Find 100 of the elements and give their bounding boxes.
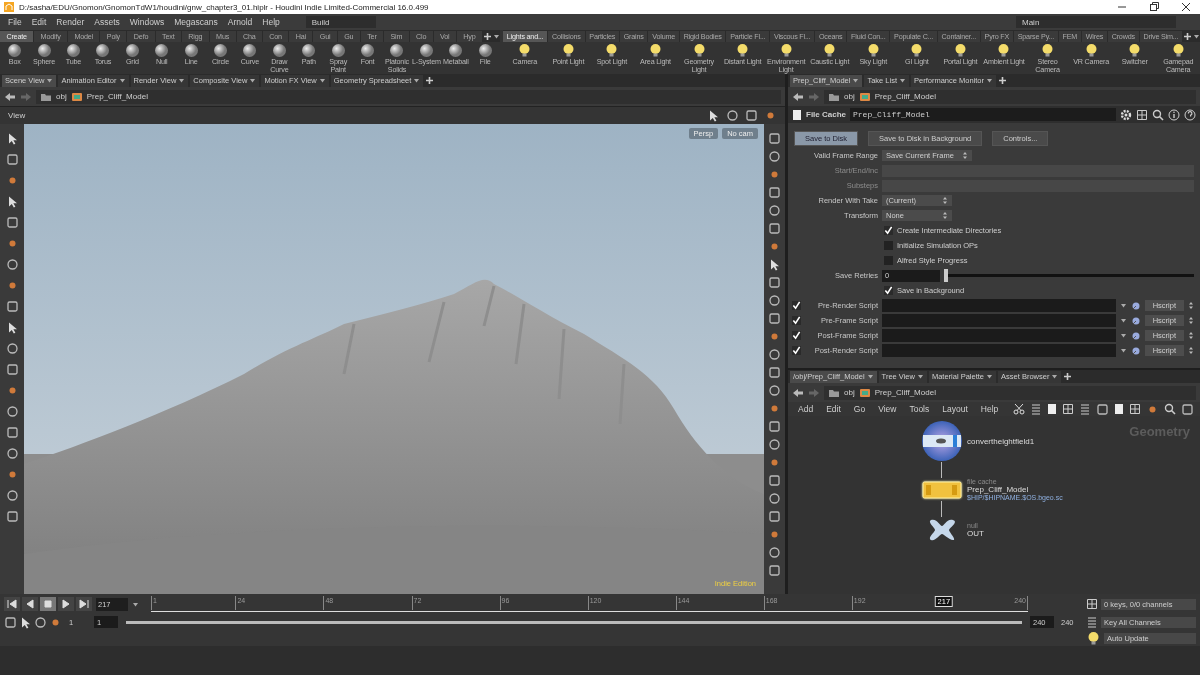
caret-icon[interactable] xyxy=(318,77,326,84)
stop-icon[interactable] xyxy=(42,598,54,610)
sphere-icon[interactable] xyxy=(183,43,199,58)
square-icon[interactable] xyxy=(768,564,781,577)
add-icon[interactable] xyxy=(1063,372,1073,381)
back-arrow-icon[interactable] xyxy=(792,387,804,398)
checkbox[interactable] xyxy=(792,301,801,310)
menu-item[interactable]: View xyxy=(874,403,901,415)
caret-icon[interactable] xyxy=(899,77,906,84)
maximize-icon[interactable] xyxy=(1148,1,1160,13)
square-icon[interactable] xyxy=(768,186,781,199)
circle-icon[interactable] xyxy=(768,150,781,163)
sphere-icon[interactable] xyxy=(66,43,81,58)
square-icon[interactable] xyxy=(1096,402,1109,416)
caret-icon[interactable] xyxy=(178,77,186,84)
search-icon[interactable] xyxy=(1164,403,1176,415)
grid-icon[interactable] xyxy=(1136,108,1148,121)
updown-arrows-icon[interactable] xyxy=(1188,301,1194,310)
checkbox[interactable] xyxy=(792,316,801,325)
square-icon[interactable] xyxy=(5,216,19,229)
list-icon[interactable] xyxy=(1030,403,1042,415)
null-node[interactable] xyxy=(927,517,957,543)
circle-icon[interactable] xyxy=(768,204,781,217)
caret-icon[interactable] xyxy=(916,373,924,380)
info-icon[interactable] xyxy=(1168,108,1180,121)
menu-item[interactable]: Help xyxy=(258,16,284,28)
pick-icon[interactable] xyxy=(1130,315,1141,326)
caret-icon[interactable] xyxy=(249,77,257,84)
sphere-icon[interactable] xyxy=(213,43,229,58)
file-cache-node[interactable] xyxy=(922,480,962,499)
heightfield-node[interactable] xyxy=(921,420,963,462)
help-icon[interactable] xyxy=(1184,108,1196,121)
page-icon[interactable] xyxy=(1047,403,1057,415)
script-field[interactable] xyxy=(882,329,1116,342)
menu-item[interactable]: File xyxy=(4,16,26,28)
checkbox[interactable] xyxy=(884,256,893,265)
sphere-icon[interactable] xyxy=(448,43,464,58)
add-icon[interactable] xyxy=(482,31,492,41)
pointer-icon[interactable] xyxy=(768,258,781,271)
square-icon[interactable] xyxy=(5,363,19,376)
checkbox[interactable] xyxy=(792,346,801,355)
page-icon[interactable] xyxy=(1114,403,1124,415)
circle-icon[interactable] xyxy=(768,492,781,505)
close-icon[interactable] xyxy=(1180,1,1192,13)
pick-icon[interactable] xyxy=(1130,345,1141,356)
square-icon[interactable] xyxy=(768,474,781,487)
sphere-icon[interactable] xyxy=(418,43,434,58)
caret-icon[interactable] xyxy=(1193,32,1200,40)
checkbox[interactable] xyxy=(884,241,893,250)
menu-item[interactable]: Arnold xyxy=(223,16,257,28)
square-icon[interactable] xyxy=(768,312,781,325)
square-icon[interactable] xyxy=(5,510,19,523)
caret-icon[interactable] xyxy=(46,77,54,84)
menu-item[interactable]: Windows xyxy=(125,16,169,28)
square-icon[interactable] xyxy=(768,510,781,523)
search-icon[interactable] xyxy=(1152,108,1164,121)
square-icon[interactable] xyxy=(5,300,19,313)
square-icon[interactable] xyxy=(768,222,781,235)
menu-item[interactable]: Megascans xyxy=(170,16,222,28)
scissors-icon[interactable] xyxy=(1013,403,1025,415)
square-icon[interactable] xyxy=(5,426,19,439)
square-icon[interactable] xyxy=(1181,402,1194,416)
menu-item[interactable]: Go xyxy=(849,403,870,415)
menu-item[interactable]: Edit xyxy=(27,16,51,28)
caret-icon[interactable] xyxy=(132,600,139,608)
sphere-icon[interactable] xyxy=(7,43,23,58)
sphere-icon[interactable] xyxy=(154,43,170,58)
pick-icon[interactable] xyxy=(1130,300,1141,311)
menu-item[interactable]: Help xyxy=(976,403,1003,415)
updown-arrows-icon[interactable] xyxy=(1188,331,1194,340)
caret-icon[interactable] xyxy=(866,373,874,380)
circle-icon[interactable] xyxy=(726,109,739,122)
caret-icon[interactable] xyxy=(492,32,500,40)
path-segment[interactable]: obj xyxy=(844,92,855,101)
menu-item[interactable]: Assets xyxy=(90,16,124,28)
circle-icon[interactable] xyxy=(34,615,47,629)
caret-icon[interactable] xyxy=(1051,373,1059,380)
caret-icon[interactable] xyxy=(852,77,860,84)
range-slider[interactable] xyxy=(126,620,1022,624)
node-name-field[interactable]: Prep_Cliff_Model xyxy=(850,108,1116,121)
sphere-icon[interactable] xyxy=(124,43,140,58)
sphere-icon[interactable] xyxy=(301,43,317,58)
path-segment[interactable]: Prep_Cliff_Model xyxy=(874,92,936,101)
circle-icon[interactable] xyxy=(768,384,781,397)
script-field[interactable] xyxy=(882,314,1116,327)
circle-icon[interactable] xyxy=(5,447,19,460)
bulb-icon[interactable] xyxy=(1086,630,1101,646)
square-icon[interactable] xyxy=(768,132,781,145)
shelf-set-dropdown[interactable]: Build xyxy=(305,16,376,28)
caret-icon[interactable] xyxy=(413,77,421,84)
square-icon[interactable] xyxy=(768,276,781,289)
script-field[interactable] xyxy=(882,299,1116,312)
circle-icon[interactable] xyxy=(768,348,781,361)
checkbox[interactable] xyxy=(792,331,801,340)
sphere-icon[interactable] xyxy=(389,43,405,58)
script-field[interactable] xyxy=(882,344,1116,357)
add-icon[interactable] xyxy=(998,76,1008,85)
sphere-icon[interactable] xyxy=(242,43,258,58)
path-segment[interactable]: obj xyxy=(56,92,67,101)
sphere-icon[interactable] xyxy=(330,43,346,58)
